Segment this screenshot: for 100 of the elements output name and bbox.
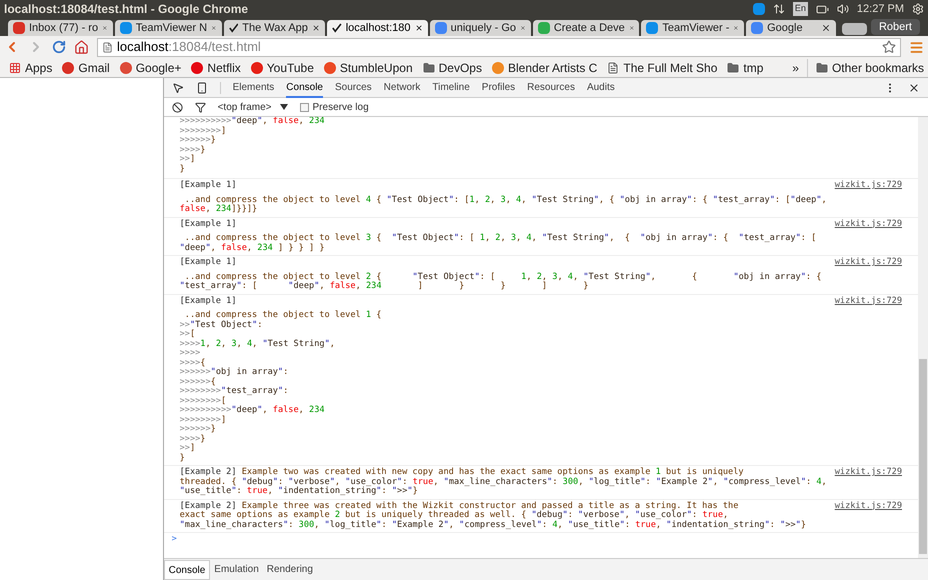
bookmark[interactable]: tmp — [722, 58, 768, 76]
close-icon[interactable] — [414, 23, 423, 33]
close-icon[interactable] — [908, 82, 920, 94]
devtools-tab[interactable]: Audits — [586, 78, 615, 98]
console-line: "use_title": true, "indentation_string": ">>"} — [180, 487, 418, 496]
browser-tab[interactable]: TeamViewer N — [114, 20, 222, 36]
console-line: >>>>>>{ — [180, 378, 217, 387]
console-line: >>>>>>"obj in array": — [180, 368, 290, 378]
more-bookmarks[interactable]: » — [784, 58, 807, 76]
console-prompt[interactable]: > — [172, 535, 177, 544]
drawer-tab[interactable]: Console — [164, 560, 210, 580]
network-icon[interactable] — [772, 3, 785, 15]
console-line: >>>>} — [180, 434, 206, 444]
devtools-tab[interactable]: Elements — [232, 78, 274, 98]
close-icon[interactable] — [520, 23, 526, 33]
console-line: exact same options as example 2 but is uniquely threaded as well. { "debug": "verbose", "use_color": true, — [180, 511, 728, 520]
preserve-log-checkbox[interactable] — [300, 102, 309, 112]
source-link[interactable]: wizkit.js:729 — [834, 220, 902, 229]
browser-tab[interactable]: TeamViewer - — [641, 20, 744, 36]
preserve-log-label: Preserve log — [312, 100, 369, 114]
bookmark[interactable]: Blender Artists C — [486, 58, 602, 76]
bookmark[interactable]: Apps — [4, 58, 58, 76]
menu-icon[interactable] — [909, 40, 924, 54]
console-line: "test_array": [ "deep", false, 234 ] } } ] } — [180, 282, 590, 292]
site-icon — [434, 22, 447, 34]
devtools-tab[interactable]: Profiles — [482, 78, 516, 98]
page-icon — [607, 62, 620, 74]
browser-tab[interactable]: Create a Deve — [532, 20, 640, 36]
console-line: ..and compress the object to level 3 { "Test Object": [ 1, 2, 3, 4, "Test String", { "obj in array": { "test_array": [ — [184, 234, 818, 243]
apps-icon — [9, 62, 21, 74]
devtools-tab[interactable]: Network — [384, 78, 420, 98]
browser-tab[interactable]: uniquely - Go — [430, 20, 531, 36]
devtools-tab[interactable]: Timeline — [432, 78, 470, 98]
log-label: [Example 1] — [180, 258, 237, 268]
address-bar[interactable]: localhost:18084/test.html — [97, 38, 901, 56]
console-line: >>>>} — [180, 146, 206, 154]
bookmark[interactable]: DevOps — [418, 58, 487, 76]
site-icon — [751, 22, 764, 34]
console-line: ..and compress the object to level 4 { "Test Object": [1, 2, 3, 4, "Test String", { "obj in array": { "test_array": ["deep", — [184, 196, 828, 204]
folder-icon — [816, 62, 828, 74]
volume-icon[interactable] — [836, 3, 849, 15]
teamviewer-icon[interactable] — [752, 3, 765, 15]
device-icon[interactable] — [196, 82, 208, 94]
other-bookmarks[interactable]: Other bookmarks — [806, 58, 924, 76]
bookmark[interactable]: StumbleUpon — [318, 58, 418, 76]
bookmark-star-icon[interactable] — [882, 40, 896, 54]
browser-tab[interactable]: The Wax App — [224, 20, 325, 36]
source-link[interactable]: wizkit.js:729 — [834, 181, 902, 190]
source-link[interactable]: wizkit.js:729 — [834, 467, 902, 477]
new-tab-button[interactable] — [842, 23, 867, 35]
devtools-tab[interactable]: Sources — [334, 78, 372, 98]
console-line: >>>>>>>>] — [180, 126, 228, 136]
console-line: "max_line_characters": 300, "log_title": "Example 2", "compress_level": 4, "use_title": true, "indentation_string": ">>"} — [180, 520, 806, 530]
log-label: [Example 1] — [180, 220, 237, 229]
keyboard-layout[interactable]: En — [792, 2, 808, 16]
devtools-tab[interactable]: Console — [286, 78, 323, 98]
close-icon[interactable] — [312, 23, 320, 33]
reload-icon[interactable] — [52, 40, 66, 54]
profile-button[interactable]: Robert — [870, 18, 920, 35]
console-line: false, 234]}}]} — [180, 205, 258, 214]
frame-selector[interactable]: <top frame> — [218, 100, 288, 114]
site-icon — [191, 62, 204, 74]
source-link[interactable]: wizkit.js:729 — [834, 500, 902, 510]
console-line: >>>>>>>>[ — [180, 396, 228, 406]
site-icon — [492, 62, 504, 74]
console-line: >>>>>>>>>>"deep", false, 234 — [180, 406, 326, 416]
console-line: threaded. { "debug": "verbose", "use_color": true, "max_line_characters": 300, "log_title": "Example 2", "compress_level": 4, — [180, 478, 827, 486]
console-line: >>>>>>} — [180, 425, 217, 434]
bookmark[interactable]: Netflix — [186, 58, 246, 76]
bookmark[interactable]: YouTube — [246, 58, 319, 76]
source-link[interactable]: wizkit.js:729 — [834, 296, 902, 306]
console-line: } — [180, 164, 186, 174]
settings-icon[interactable] — [912, 3, 924, 15]
filter-icon[interactable] — [194, 102, 206, 112]
console-line: Example two was created with new copy and has the exact same options as example 1 but is uniquely — [240, 468, 744, 477]
caret-icon — [280, 104, 288, 110]
site-icon — [120, 62, 132, 74]
browser-tab[interactable]: Google — [746, 20, 836, 36]
clear-icon[interactable] — [172, 102, 183, 112]
drawer-tab[interactable]: Emulation — [210, 560, 263, 580]
clock[interactable]: 12:27 PM — [856, 0, 904, 18]
console-line: >>>>>>} — [180, 136, 217, 146]
bookmark[interactable]: Gmail — [57, 58, 115, 76]
home-icon[interactable] — [74, 40, 89, 54]
console-line: ..and compress the object to level 2 { "Test Object": [ 1, 2, 3, 4, "Test String", { "obj in array": { — [184, 272, 822, 282]
console-line: >>[ — [180, 330, 196, 340]
bookmark[interactable]: The Full Melt Sho — [602, 58, 722, 76]
browser-tab[interactable]: localhost:180 — [326, 20, 428, 36]
browser-tab[interactable]: Inbox (77) - ro — [8, 20, 113, 36]
bookmark[interactable]: Google+ — [114, 58, 186, 76]
console-line: >>] — [180, 444, 196, 454]
battery-icon[interactable] — [816, 2, 829, 16]
source-link[interactable]: wizkit.js:729 — [834, 258, 902, 268]
devtools-tab[interactable]: Resources — [527, 78, 575, 98]
checkmark-icon — [332, 22, 342, 34]
drawer-tab[interactable]: Rendering — [262, 560, 317, 580]
scrollbar[interactable] — [918, 117, 928, 558]
close-icon[interactable] — [821, 23, 832, 33]
site-icon — [13, 22, 25, 34]
inspect-icon[interactable] — [172, 82, 184, 94]
